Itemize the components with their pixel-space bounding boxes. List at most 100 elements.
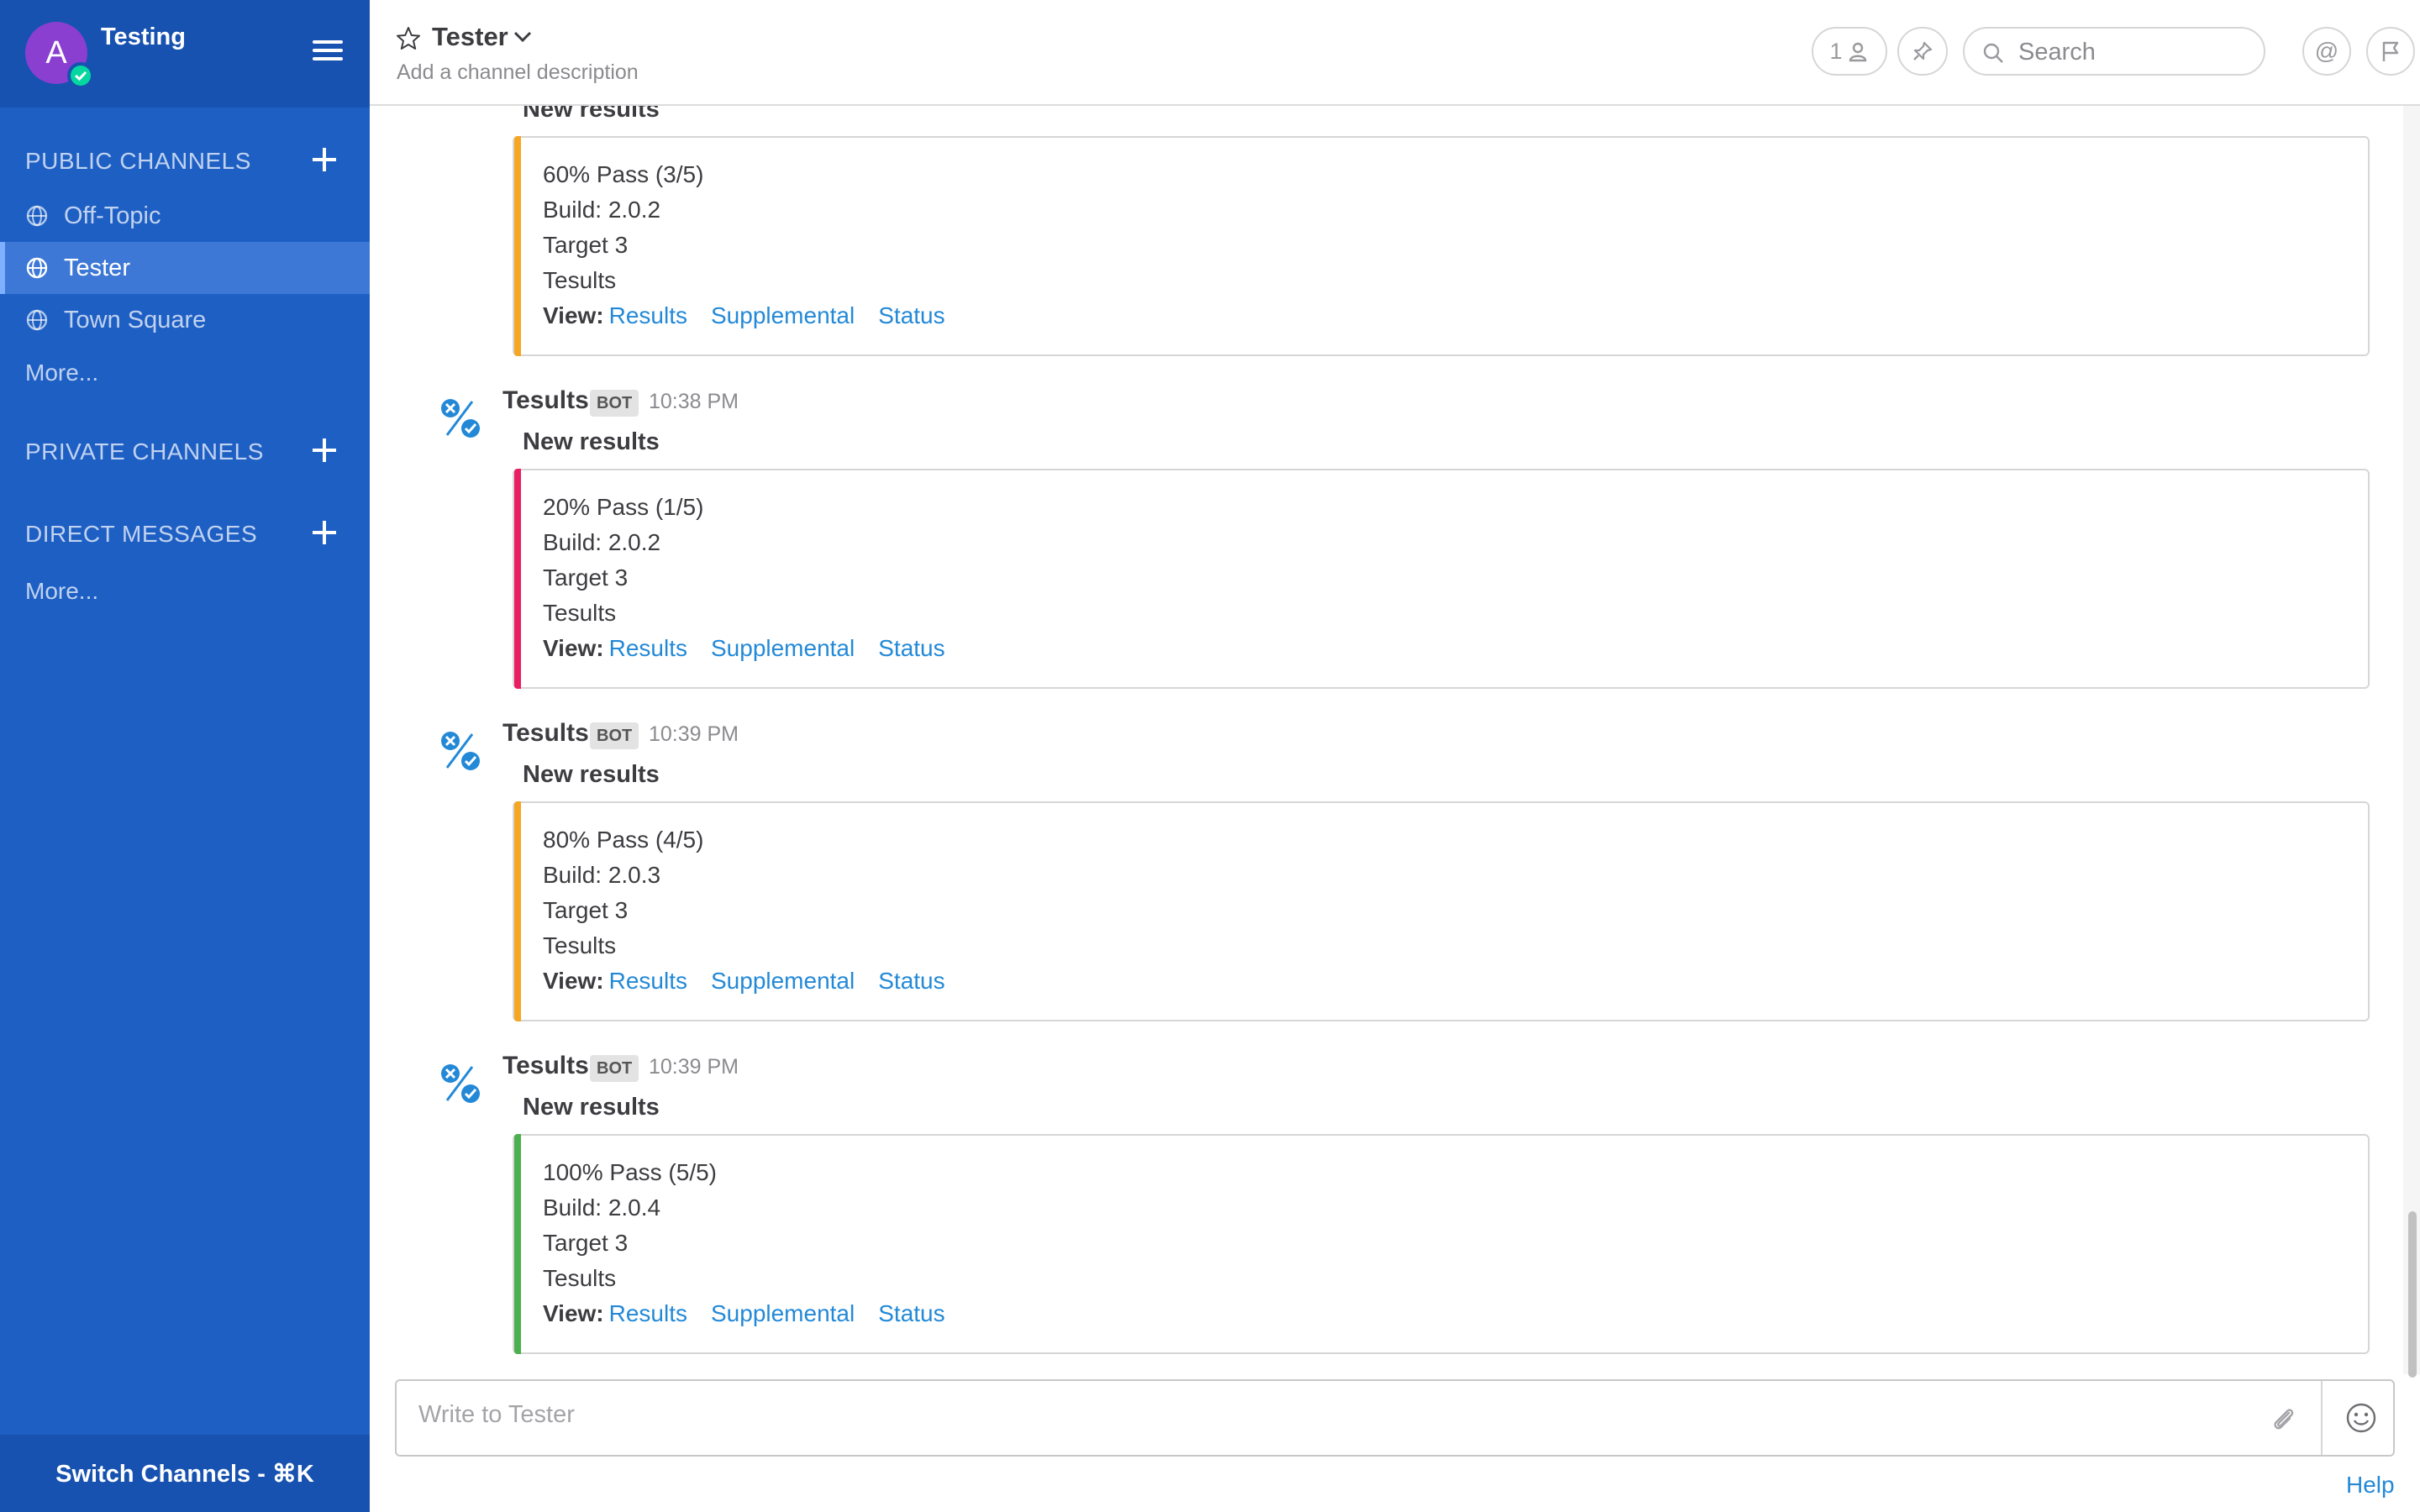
attachment-target: Target 3 [543,564,629,591]
help-link[interactable]: Help [2346,1472,2395,1499]
attachment-card: 60% Pass (3/5) Build: 2.0.2 Target 3 Tes… [513,136,2370,356]
post-username[interactable]: Tesults [502,1052,589,1080]
view-label: View: [543,635,604,661]
status-link[interactable]: Status [878,1300,944,1326]
search-icon [1983,43,2003,63]
results-link[interactable]: Results [609,968,687,994]
attachment-pass-rate: 60% Pass (3/5) [543,161,704,187]
pin-icon [1913,41,1933,60]
attachment-project: Tesults [543,267,617,293]
sidebar-item-off-topic[interactable]: Off-Topic [0,190,370,242]
scrollbar-thumb[interactable] [2408,1211,2417,1378]
supplemental-link[interactable]: Supplemental [711,968,855,994]
post-username[interactable]: Tesults [502,386,589,415]
direct-messages-title: DIRECT MESSAGES [25,521,258,547]
flagged-posts-button[interactable] [2366,27,2415,76]
sidebar-item-town-square[interactable]: Town Square [0,294,370,346]
attachment-card: 100% Pass (5/5) Build: 2.0.4 Target 3 Te… [513,1134,2370,1354]
globe-icon [26,205,48,227]
globe-icon [26,257,48,279]
attachment-target: Target 3 [543,1230,629,1256]
view-label: View: [543,968,604,994]
member-count-button[interactable]: 1 [1812,27,1887,76]
post-pretext: New results [523,761,660,788]
post-pretext: New results [523,428,660,455]
post-username[interactable]: Tesults [502,719,589,748]
search-box[interactable] [1963,27,2265,76]
status-link[interactable]: Status [878,302,944,328]
private-channels-title: PRIVATE CHANNELS [25,438,264,465]
post-time[interactable]: 10:39 PM [649,722,739,747]
pinned-posts-button[interactable] [1897,27,1948,76]
results-link[interactable]: Results [609,1300,687,1326]
attachment-view-line: View: Results Supplemental Status [543,968,964,995]
bot-badge: BOT [590,1055,639,1082]
composer-divider [2321,1381,2323,1455]
attachment-build: Build: 2.0.2 [543,529,661,555]
add-public-channel-button[interactable] [309,144,339,175]
chevron-down-icon[interactable] [511,25,534,49]
results-link[interactable]: Results [609,302,687,328]
attachment-project: Tesults [543,1265,617,1291]
status-link[interactable]: Status [878,968,944,994]
emoji-icon[interactable] [2344,1401,2378,1435]
attachment-project: Tesults [543,932,617,958]
post-time[interactable]: 10:39 PM [649,1055,739,1079]
channel-description[interactable]: Add a channel description [397,60,639,85]
supplemental-link[interactable]: Supplemental [711,635,855,661]
message-input[interactable] [418,1401,2225,1438]
attachment-color-bar [514,801,521,1021]
attachment-pass-rate: 20% Pass (1/5) [543,494,704,520]
main-menu-icon[interactable] [313,40,343,60]
results-link[interactable]: Results [609,635,687,661]
supplemental-link[interactable]: Supplemental [711,1300,855,1326]
attachment-build: Build: 2.0.3 [543,862,661,888]
sidebar: A Testing PUBLIC CHANNELS Off-Topic Test… [0,0,370,1512]
add-direct-message-button[interactable] [309,517,339,548]
tesults-bot-icon[interactable] [439,1062,482,1105]
paperclip-icon[interactable] [2267,1403,2299,1435]
attachment-target: Target 3 [543,232,629,258]
channel-title[interactable]: Tester [432,22,508,52]
online-status-icon [67,62,94,89]
attachment-build: Build: 2.0.2 [543,197,661,223]
supplemental-link[interactable]: Supplemental [711,302,855,328]
sidebar-item-label: Town Square [64,306,207,333]
recent-mentions-button[interactable]: @ [2302,27,2351,76]
member-count: 1 [1829,38,1843,64]
post-time[interactable]: 10:38 PM [649,390,739,414]
status-link[interactable]: Status [878,635,944,661]
add-private-channel-button[interactable] [309,435,339,465]
attachment-view-line: View: Results Supplemental Status [543,1300,964,1327]
bot-badge: BOT [590,390,639,417]
view-label: View: [543,1300,604,1326]
attachment-view-line: View: Results Supplemental Status [543,635,964,662]
member-icon [1849,42,1866,62]
attachment-card: 20% Pass (1/5) Build: 2.0.2 Target 3 Tes… [513,469,2370,689]
post-pretext: New results [523,1094,660,1121]
at-mention-icon: @ [2314,38,2339,64]
team-name[interactable]: Testing [101,24,186,51]
attachment-color-bar [514,1134,521,1354]
tesults-bot-icon[interactable] [439,396,482,440]
bot-badge: BOT [590,722,639,749]
sidebar-item-label: Off-Topic [64,202,161,229]
public-channels-title: PUBLIC CHANNELS [25,148,251,174]
attachment-build: Build: 2.0.4 [543,1194,661,1221]
more-direct-messages-link[interactable]: More... [25,578,98,605]
switch-channels-button[interactable]: Switch Channels - ⌘K [0,1435,370,1512]
post-list[interactable]: New results 60% Pass (3/5) Build: 2.0.2 … [370,106,2403,1374]
search-input[interactable] [2018,35,2254,69]
more-public-channels-link[interactable]: More... [25,360,98,386]
flag-icon [2382,41,2399,61]
attachment-card: 80% Pass (4/5) Build: 2.0.3 Target 3 Tes… [513,801,2370,1021]
sidebar-header: A Testing [0,0,370,108]
tesults-bot-icon[interactable] [439,729,482,773]
star-icon[interactable] [395,25,422,52]
message-composer [395,1379,2395,1457]
attachment-color-bar [514,469,521,689]
scrollbar-track[interactable] [2403,106,2420,1374]
sidebar-item-tester[interactable]: Tester [0,242,370,294]
attachment-project: Tesults [543,600,617,626]
attachment-target: Target 3 [543,897,629,923]
